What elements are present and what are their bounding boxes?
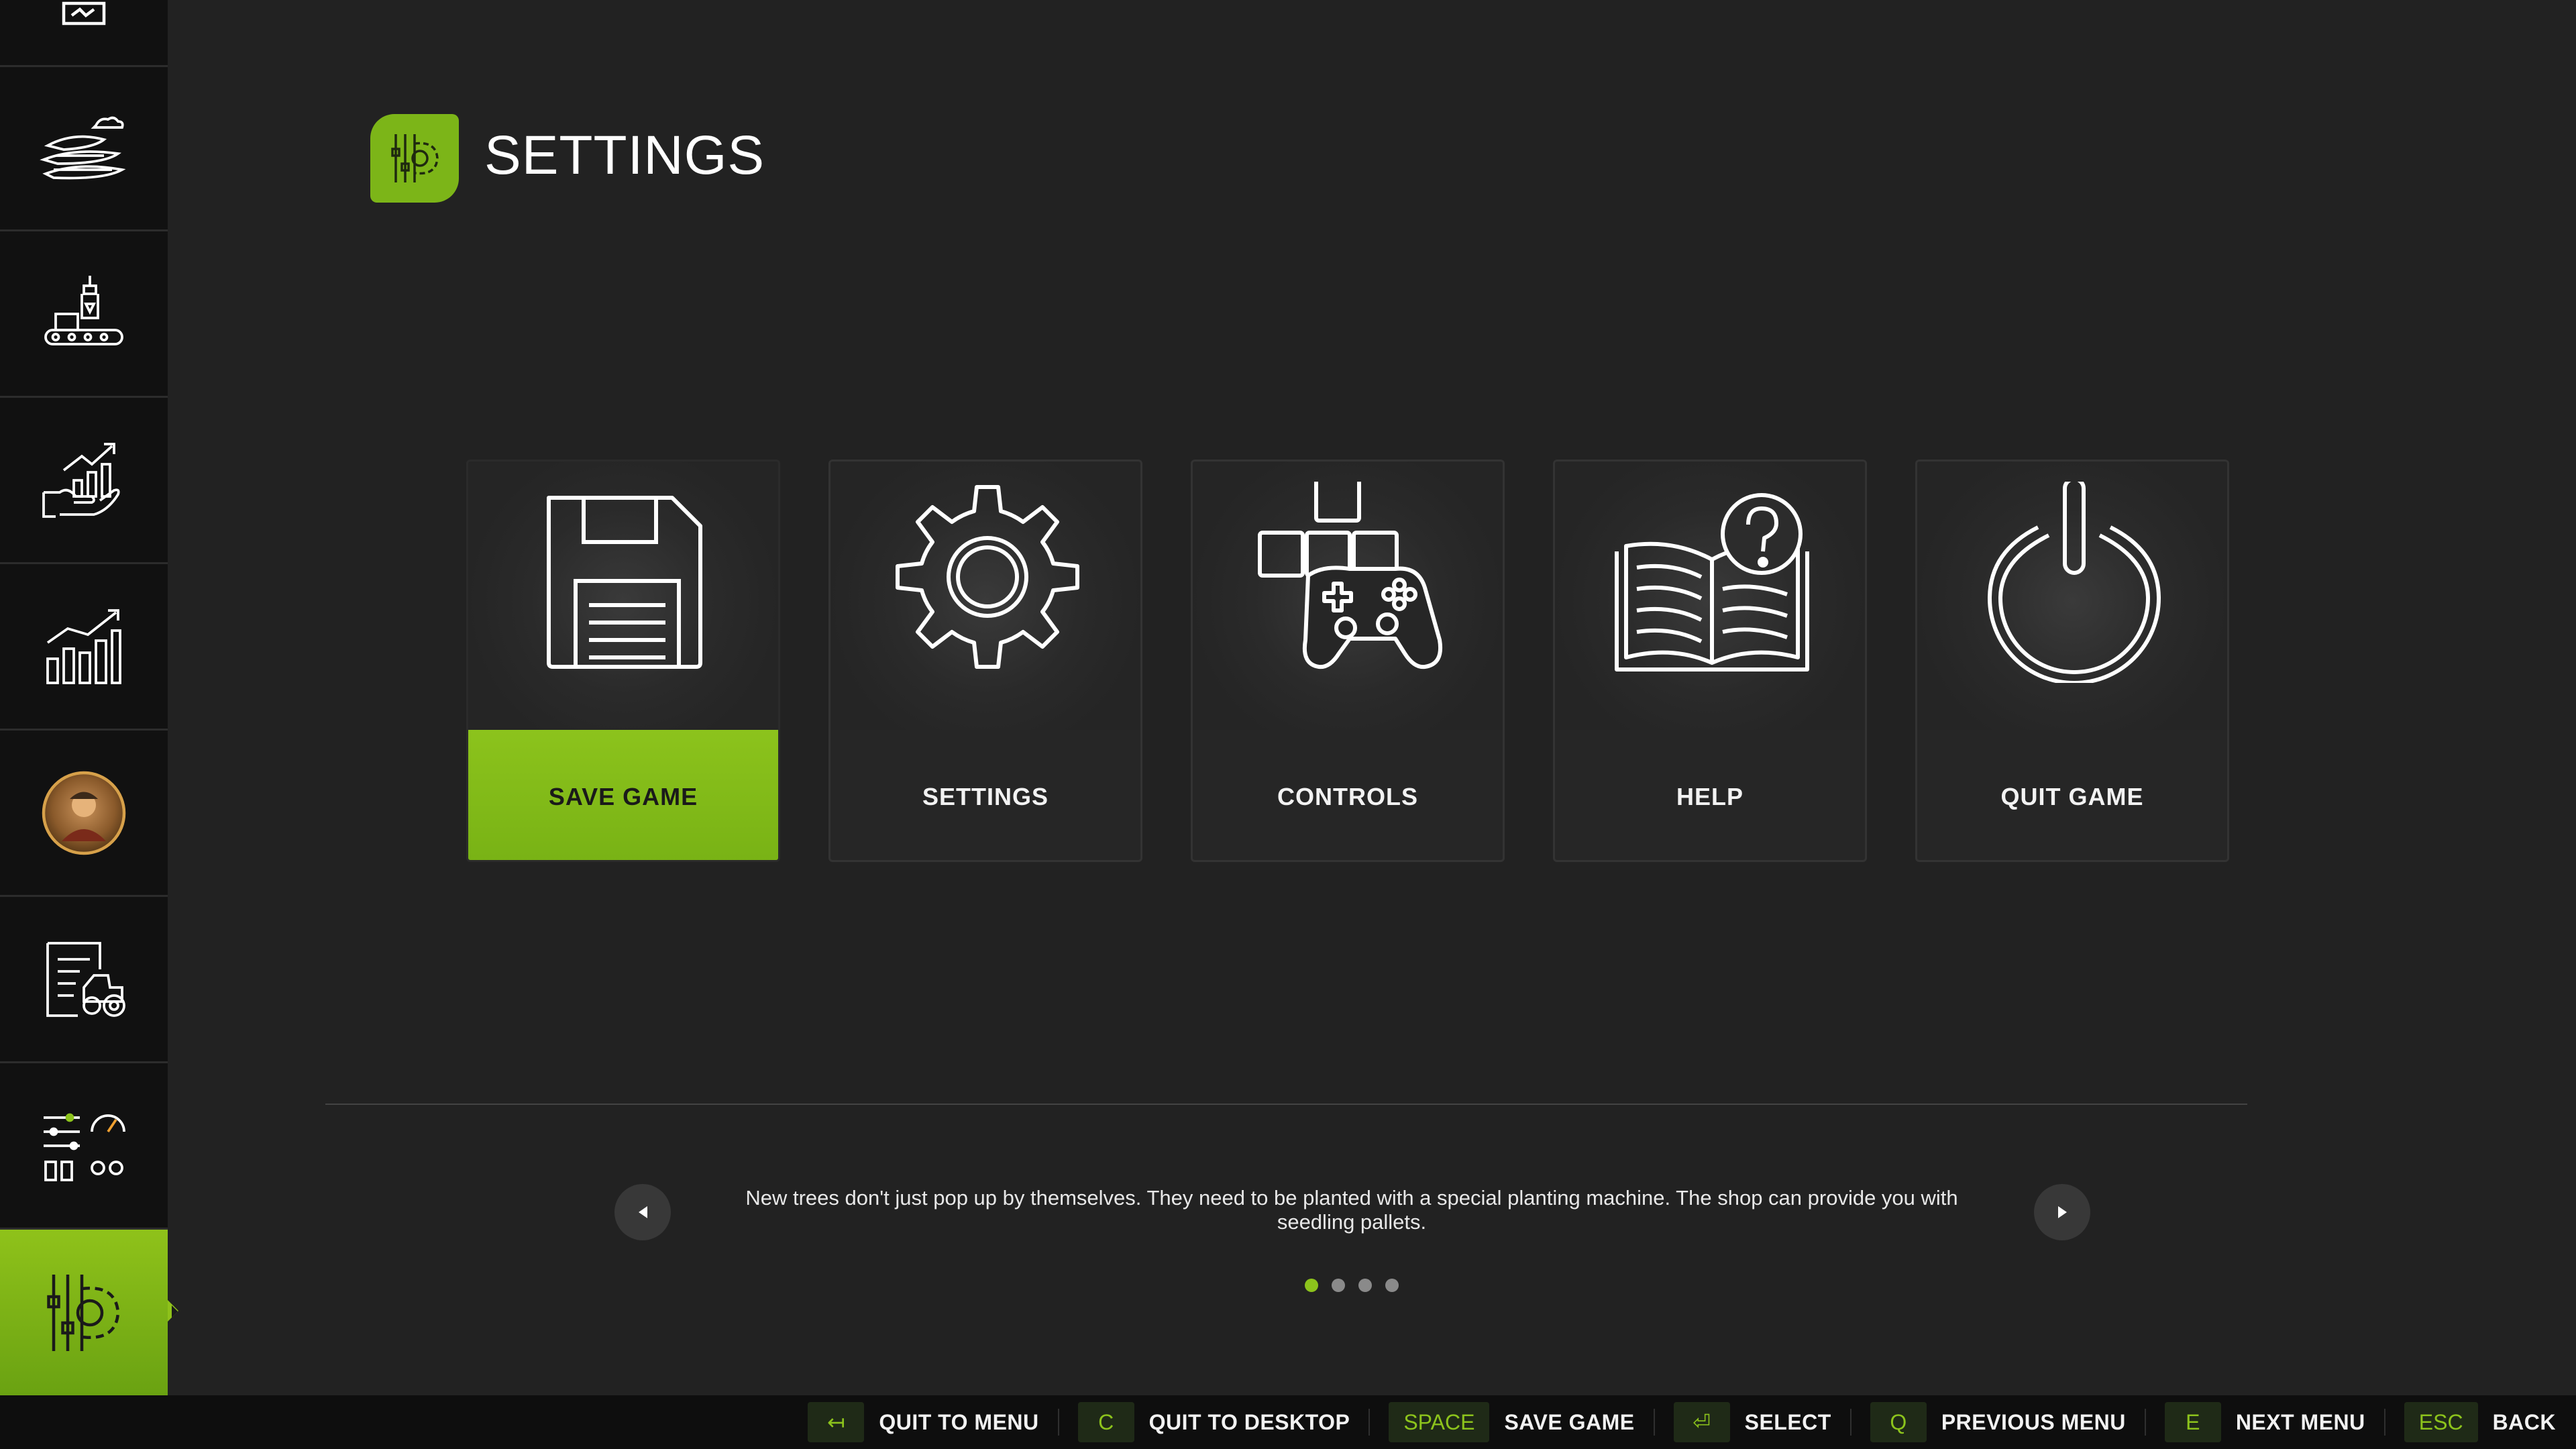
hint-separator bbox=[2144, 1409, 2146, 1436]
hint-label: SAVE GAME bbox=[1504, 1409, 1635, 1434]
tip-page-dot[interactable] bbox=[1385, 1279, 1399, 1292]
hint-back[interactable]: ESC BACK bbox=[2404, 1395, 2556, 1449]
card-label: HELP bbox=[1676, 783, 1743, 810]
hint-select[interactable]: ⏎ SELECT bbox=[1673, 1395, 1831, 1449]
gauges-sliders-icon bbox=[44, 1113, 125, 1181]
hint-list: ↤ QUIT TO MENU C QUIT TO DESKTOP SPACE S… bbox=[808, 1395, 2556, 1449]
bottom-hint-bar: ↤ QUIT TO MENU C QUIT TO DESKTOP SPACE S… bbox=[0, 1395, 2576, 1449]
sidebar-item-production[interactable] bbox=[0, 231, 168, 398]
hint-label: BACK bbox=[2492, 1409, 2556, 1434]
card-label-area: QUIT GAME bbox=[1917, 730, 2227, 860]
card-quit-game[interactable]: QUIT GAME bbox=[1915, 460, 2229, 862]
tip-previous-button[interactable] bbox=[614, 1184, 671, 1240]
tip-text: New trees don't just pop up by themselve… bbox=[745, 1186, 1958, 1234]
tip-page-dots bbox=[1305, 1279, 1399, 1292]
arrow-left-icon bbox=[638, 1206, 647, 1218]
vehicle-list-icon bbox=[46, 941, 125, 1017]
statistics-bar-chart-icon bbox=[46, 608, 121, 684]
production-robot-icon bbox=[44, 275, 123, 345]
hint-label: PREVIOUS MENU bbox=[1941, 1409, 2126, 1434]
sidebar-item-player[interactable] bbox=[0, 731, 168, 897]
hint-label: NEXT MENU bbox=[2235, 1409, 2365, 1434]
sidebar-item-finances[interactable] bbox=[0, 398, 168, 564]
card-label: QUIT GAME bbox=[2000, 783, 2144, 810]
card-label-area: SETTINGS bbox=[830, 730, 1140, 860]
header-settings-icon bbox=[370, 114, 459, 203]
sidebar-item-general-settings[interactable] bbox=[0, 1063, 168, 1230]
settings-sliders-gear-icon bbox=[391, 134, 439, 182]
page-title: SETTINGS bbox=[484, 125, 765, 186]
card-controls[interactable]: CONTROLS bbox=[1191, 460, 1505, 862]
key-badge: C bbox=[1077, 1402, 1134, 1442]
card-label: CONTROLS bbox=[1277, 783, 1418, 810]
divider bbox=[325, 1104, 2247, 1105]
hint-separator bbox=[1849, 1409, 1851, 1436]
hint-separator bbox=[1368, 1409, 1371, 1436]
sidebar-item-settings[interactable] bbox=[0, 1230, 168, 1395]
hint-quit-to-menu[interactable]: ↤ QUIT TO MENU bbox=[808, 1395, 1038, 1449]
hint-label: QUIT TO MENU bbox=[879, 1409, 1039, 1434]
power-icon bbox=[1988, 482, 2161, 683]
arrow-right-icon bbox=[2057, 1206, 2067, 1218]
weather-fields-icon bbox=[40, 116, 126, 179]
sidebar-item-vehicles[interactable] bbox=[0, 897, 168, 1063]
hint-previous-menu[interactable]: Q PREVIOUS MENU bbox=[1870, 1395, 2126, 1449]
key-badge: ESC bbox=[2404, 1402, 2478, 1442]
hint-label: QUIT TO DESKTOP bbox=[1148, 1409, 1350, 1434]
sidebar-item-weather-fields[interactable] bbox=[0, 65, 168, 231]
tip-page-dot[interactable] bbox=[1358, 1279, 1372, 1292]
hint-quit-to-desktop[interactable]: C QUIT TO DESKTOP bbox=[1077, 1395, 1350, 1449]
hint-label: SELECT bbox=[1744, 1409, 1831, 1434]
key-badge: SPACE bbox=[1389, 1402, 1490, 1442]
card-settings[interactable]: SETTINGS bbox=[828, 460, 1142, 862]
card-label-area: CONTROLS bbox=[1193, 730, 1503, 860]
key-badge: E bbox=[2164, 1402, 2221, 1442]
card-save-game[interactable]: SAVE GAME bbox=[466, 460, 780, 862]
card-label-area: SAVE GAME bbox=[468, 730, 778, 860]
hint-save-game[interactable]: SPACE SAVE GAME bbox=[1389, 1395, 1634, 1449]
card-label-area: HELP bbox=[1555, 730, 1865, 860]
sidebar-item-statistics[interactable] bbox=[0, 564, 168, 731]
player-avatar-icon bbox=[42, 771, 126, 855]
settings-sliders-gear-icon bbox=[47, 1274, 120, 1351]
key-badge: Q bbox=[1870, 1402, 1927, 1442]
key-badge: ↤ bbox=[808, 1402, 865, 1442]
hint-separator bbox=[1653, 1409, 1655, 1436]
hint-separator bbox=[2383, 1409, 2385, 1436]
sidebar-active-indicator-inner bbox=[172, 1305, 178, 1318]
sidebar bbox=[0, 0, 168, 1395]
floppy-disk-icon bbox=[547, 496, 702, 669]
card-label: SETTINGS bbox=[922, 783, 1049, 810]
hint-separator bbox=[1057, 1409, 1059, 1436]
gear-icon bbox=[896, 485, 1079, 669]
tip-next-button[interactable] bbox=[2034, 1184, 2090, 1240]
card-help[interactable]: HELP bbox=[1553, 460, 1867, 862]
gamepad-keys-icon bbox=[1258, 482, 1442, 669]
key-badge: ⏎ bbox=[1673, 1402, 1730, 1442]
map-icon bbox=[62, 1, 106, 25]
book-question-icon bbox=[1615, 493, 1809, 672]
tip-page-dot[interactable] bbox=[1332, 1279, 1345, 1292]
hint-next-menu[interactable]: E NEXT MENU bbox=[2164, 1395, 2365, 1449]
finance-growth-hand-icon bbox=[42, 442, 120, 518]
card-label: SAVE GAME bbox=[548, 783, 698, 810]
sidebar-item-map[interactable] bbox=[0, 0, 168, 67]
tip-page-dot[interactable] bbox=[1305, 1279, 1318, 1292]
